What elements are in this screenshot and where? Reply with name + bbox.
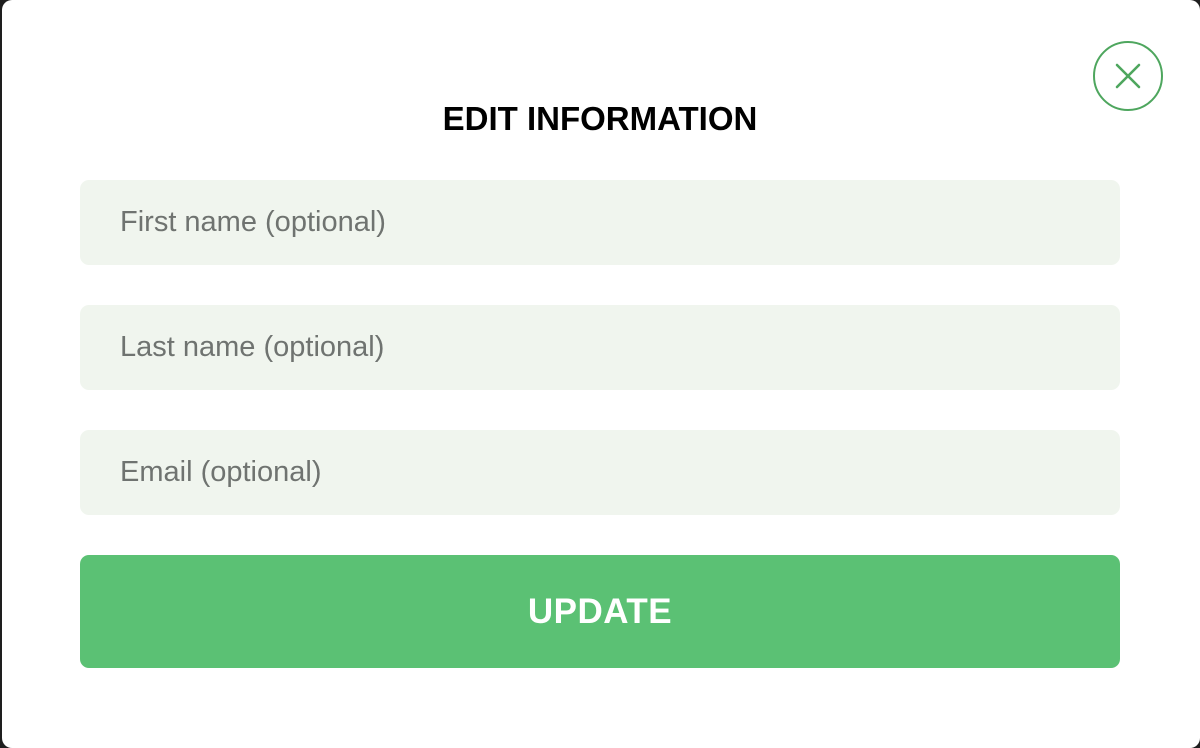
update-button[interactable]: UPDATE	[80, 555, 1120, 668]
close-icon	[1114, 62, 1142, 90]
modal-title: EDIT INFORMATION	[442, 100, 758, 137]
first-name-input[interactable]	[80, 180, 1120, 265]
last-name-input[interactable]	[80, 305, 1120, 390]
email-input[interactable]	[80, 430, 1120, 515]
